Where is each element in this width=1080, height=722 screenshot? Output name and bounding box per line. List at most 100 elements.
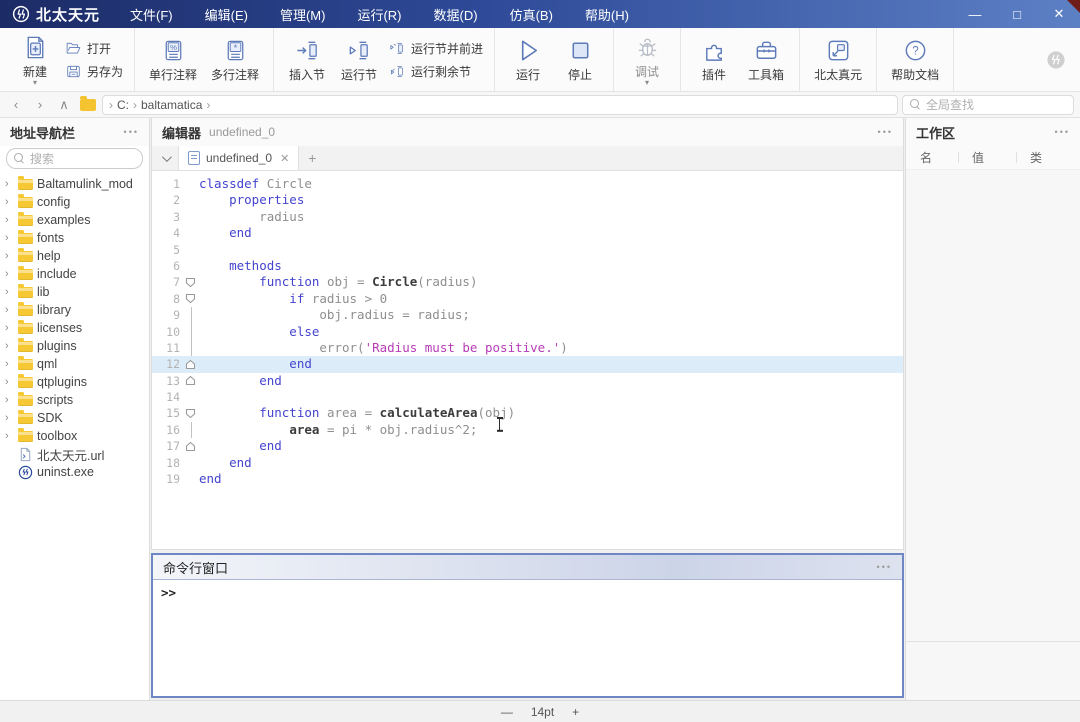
- workspace-column-名[interactable]: 名: [906, 149, 958, 166]
- expand-arrow-icon[interactable]: ›: [5, 358, 14, 370]
- fold-up-icon[interactable]: [182, 356, 199, 372]
- workspace-column-值[interactable]: 值: [958, 149, 1016, 166]
- panel-menu-icon[interactable]: •••: [877, 562, 892, 572]
- toolbox-button[interactable]: 工具箱: [740, 34, 792, 86]
- tree-item-qml[interactable]: › qml: [0, 355, 149, 373]
- expand-arrow-icon[interactable]: ›: [5, 340, 14, 352]
- fold-down-icon[interactable]: [182, 405, 199, 421]
- tree-item-fonts[interactable]: › fonts: [0, 229, 149, 247]
- code-line[interactable]: 16 area = pi * obj.radius^2;: [152, 421, 903, 439]
- tree-item-qtplugins[interactable]: › qtplugins: [0, 373, 149, 391]
- fold-down-icon[interactable]: [182, 274, 199, 290]
- tree-item-lib[interactable]: › lib: [0, 283, 149, 301]
- nav-up-icon[interactable]: ∧: [54, 95, 74, 115]
- tree-item-SDK[interactable]: › SDK: [0, 409, 149, 427]
- tree-item-plugins[interactable]: › plugins: [0, 337, 149, 355]
- open-folder-button[interactable]: 打开: [65, 40, 123, 57]
- code-line[interactable]: 18 end: [152, 455, 903, 471]
- code-line[interactable]: 15 function area = calculateArea(obj): [152, 405, 903, 432]
- tab-undefined-0[interactable]: undefined_0 ✕: [178, 146, 300, 170]
- tree-item-include[interactable]: › include: [0, 265, 149, 283]
- expand-arrow-icon[interactable]: ›: [5, 376, 14, 388]
- fold-up-icon[interactable]: [182, 438, 199, 454]
- code-line[interactable]: 3 radius: [152, 209, 903, 225]
- code-line[interactable]: 14: [152, 389, 903, 405]
- current-folder-icon[interactable]: [78, 95, 98, 115]
- tree-item-toolbox[interactable]: › toolbox: [0, 427, 149, 445]
- expand-arrow-icon[interactable]: ›: [5, 304, 14, 316]
- code-line[interactable]: 12 end: [152, 356, 903, 373]
- code-line[interactable]: 2 properties: [152, 192, 903, 208]
- tree-item-config[interactable]: › config: [0, 193, 149, 211]
- code-line[interactable]: 6 methods: [152, 258, 903, 274]
- bt-zhenyuan-button[interactable]: 北太真元: [807, 34, 869, 86]
- tree-item-uninst.exe[interactable]: uninst.exe: [0, 463, 149, 481]
- save-as-button[interactable]: 另存为: [65, 63, 123, 80]
- code-line[interactable]: 10 else: [152, 323, 903, 341]
- run-section-button[interactable]: 运行节: [333, 34, 385, 86]
- panel-menu-icon[interactable]: •••: [124, 127, 139, 137]
- expand-arrow-icon[interactable]: ›: [5, 232, 14, 244]
- tree-item-北太天元.url[interactable]: 北太天元.url: [0, 445, 149, 463]
- code-line[interactable]: 4 end: [152, 225, 903, 241]
- tab-list-dropdown-icon[interactable]: [152, 146, 178, 170]
- insert-section-button[interactable]: 插入节: [281, 34, 333, 86]
- expand-arrow-icon[interactable]: ›: [5, 250, 14, 262]
- breadcrumb-item[interactable]: C:: [117, 98, 129, 112]
- debug-button[interactable]: 调试 ▾: [621, 31, 673, 88]
- breadcrumb-item[interactable]: baltamatica: [141, 98, 202, 112]
- stop-button[interactable]: 停止: [554, 34, 606, 86]
- expand-arrow-icon[interactable]: ›: [5, 196, 14, 208]
- code-line[interactable]: 5: [152, 242, 903, 258]
- code-line[interactable]: 11 error('Radius must be positive.'): [152, 339, 903, 357]
- tree-item-licenses[interactable]: › licenses: [0, 319, 149, 337]
- fold-down-icon[interactable]: [182, 291, 199, 307]
- sidebar-search-input[interactable]: 搜索: [6, 148, 143, 169]
- panel-menu-icon[interactable]: •••: [878, 127, 893, 137]
- expand-arrow-icon[interactable]: ›: [5, 178, 14, 190]
- command-input-area[interactable]: >>: [153, 580, 902, 696]
- code-line[interactable]: 7 function obj = Circle(radius): [152, 274, 903, 290]
- menu-item-5[interactable]: 数据(D): [418, 0, 494, 28]
- run-remaining-button[interactable]: 运行剩余节: [389, 63, 483, 80]
- comment-multi-button[interactable]: * 多行注释: [204, 34, 266, 86]
- code-line[interactable]: 19 end: [152, 471, 903, 487]
- maximize-button[interactable]: □: [996, 0, 1038, 28]
- menu-item-4[interactable]: 运行(R): [341, 0, 417, 28]
- code-line[interactable]: 1 classdef Circle: [152, 176, 903, 192]
- tree-item-examples[interactable]: › examples: [0, 211, 149, 229]
- expand-arrow-icon[interactable]: ›: [5, 214, 14, 226]
- tab-close-icon[interactable]: ✕: [278, 152, 289, 165]
- menu-item-3[interactable]: 管理(M): [264, 0, 342, 28]
- expand-arrow-icon[interactable]: ›: [5, 286, 14, 298]
- breadcrumb[interactable]: › C: › baltamatica ›: [102, 94, 898, 115]
- plugin-button[interactable]: 插件: [688, 34, 740, 86]
- tree-item-Baltamulink_mod[interactable]: › Baltamulink_mod: [0, 175, 149, 193]
- expand-arrow-icon[interactable]: ›: [5, 268, 14, 280]
- code-line[interactable]: 17 end: [152, 438, 903, 454]
- help-button[interactable]: ? 帮助文档: [884, 34, 946, 86]
- global-search[interactable]: 全局查找: [902, 94, 1074, 115]
- tree-item-scripts[interactable]: › scripts: [0, 391, 149, 409]
- code-editor[interactable]: 1 classdef Circle 2 properties 3 radius 4 en…: [152, 171, 903, 549]
- font-increase-button[interactable]: +: [568, 705, 583, 719]
- workspace-column-类[interactable]: 类: [1016, 149, 1071, 166]
- expand-arrow-icon[interactable]: ›: [5, 412, 14, 424]
- expand-arrow-icon[interactable]: ›: [5, 394, 14, 406]
- menu-item-6[interactable]: 仿真(B): [494, 0, 569, 28]
- panel-menu-icon[interactable]: •••: [1055, 127, 1070, 137]
- tree-item-help[interactable]: › help: [0, 247, 149, 265]
- nav-forward-icon[interactable]: ›: [30, 95, 50, 115]
- expand-arrow-icon[interactable]: ›: [5, 430, 14, 442]
- run-advance-button[interactable]: 运行节并前进: [389, 40, 483, 57]
- font-decrease-button[interactable]: —: [497, 705, 517, 719]
- fold-up-icon[interactable]: [182, 373, 199, 389]
- code-line[interactable]: 13 end: [152, 373, 903, 389]
- tree-item-library[interactable]: › library: [0, 301, 149, 319]
- code-line[interactable]: 9 obj.radius = radius;: [152, 307, 903, 324]
- menu-item-7[interactable]: 帮助(H): [569, 0, 645, 28]
- comment-single-button[interactable]: % 单行注释: [142, 34, 204, 86]
- run-button[interactable]: 运行: [502, 34, 554, 86]
- expand-arrow-icon[interactable]: ›: [5, 322, 14, 334]
- minimize-button[interactable]: —: [954, 0, 996, 28]
